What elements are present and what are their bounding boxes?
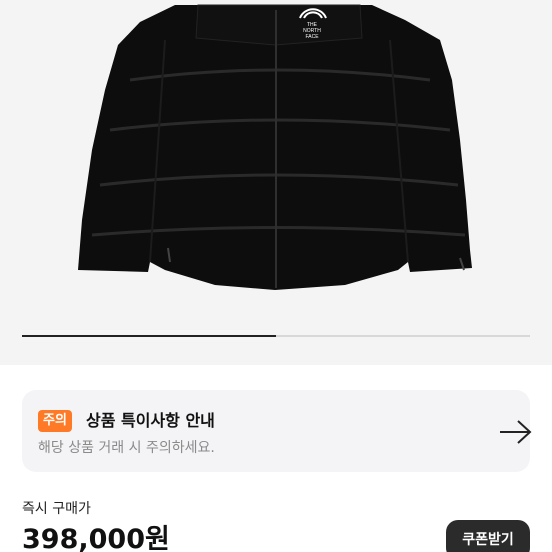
get-coupon-button[interactable]: 쿠폰받기: [446, 520, 530, 552]
product-detail-page: THE NORTH FACE 주의 상품 특이사항 안내 해당 상품 거래 시 …: [0, 0, 552, 552]
instant-buy-label: 즉시 구매가: [22, 501, 91, 517]
product-image-carousel[interactable]: THE NORTH FACE: [0, 0, 552, 365]
carousel-progress-track: [22, 335, 530, 337]
notice-description: 해당 상품 거래 시 주의하세요.: [38, 440, 215, 456]
arrow-right-icon[interactable]: [498, 418, 534, 446]
carousel-progress-indicator: [22, 335, 276, 337]
jacket-image: THE NORTH FACE: [78, 4, 472, 290]
svg-text:FACE: FACE: [305, 34, 319, 40]
notice-card[interactable]: 주의 상품 특이사항 안내 해당 상품 거래 시 주의하세요.: [22, 390, 532, 472]
notice-badge: 주의: [38, 410, 72, 432]
instant-buy-price: 398,000원: [22, 524, 170, 552]
notice-title: 상품 특이사항 안내: [86, 411, 215, 430]
